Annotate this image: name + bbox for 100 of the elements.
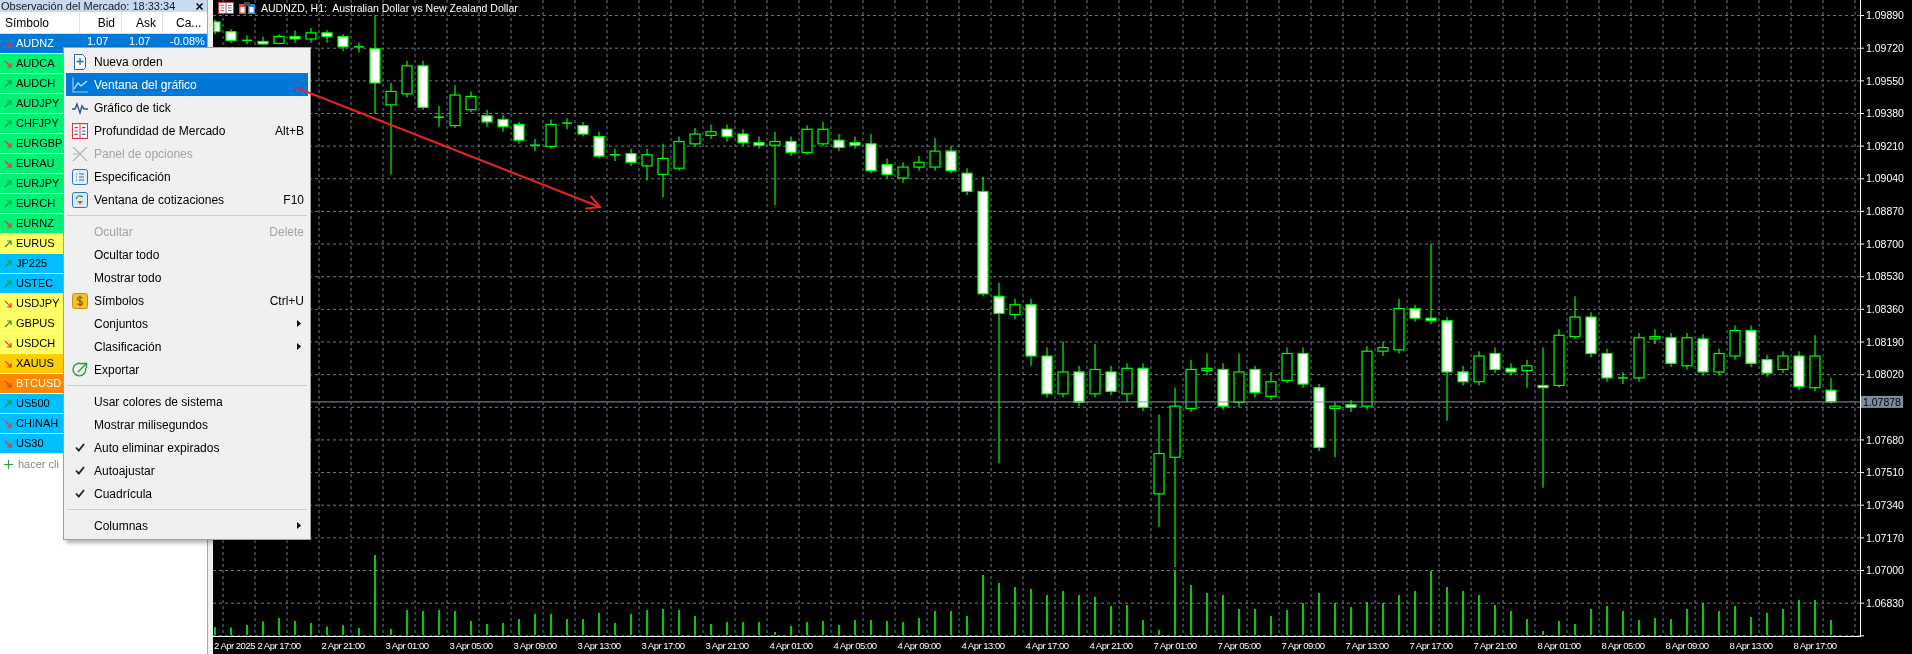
- candlestick: [465, 90, 477, 113]
- column-header[interactable]: Bid: [80, 12, 122, 33]
- candlestick: [705, 123, 717, 140]
- current-price-tag: 1.07878: [1861, 395, 1903, 408]
- candlestick: [1425, 243, 1437, 325]
- menu-item[interactable]: Ventana del gráfico: [66, 73, 308, 96]
- menu-item[interactable]: Exportar: [66, 358, 308, 381]
- symbol-text: USDJPY: [16, 297, 60, 310]
- symbol-text: AUDCA: [16, 57, 55, 70]
- arrow-up-right-icon: [4, 259, 12, 268]
- candlestick: [1569, 295, 1581, 340]
- menu-item[interactable]: Autoajustar: [66, 459, 308, 482]
- candlestick: [993, 282, 1005, 464]
- candlestick: [897, 161, 909, 184]
- symbol-text: AUDCH: [16, 77, 56, 90]
- arrow-up-right-icon: [4, 179, 12, 188]
- arrow-up-right-icon: [4, 319, 12, 328]
- candlestick: [545, 118, 557, 150]
- menu-item[interactable]: Usar colores de sistema: [66, 390, 308, 413]
- candlestick: [1249, 365, 1261, 399]
- caret-icon: [297, 522, 301, 529]
- candlestick: [817, 121, 829, 147]
- caret-icon: [297, 320, 301, 327]
- arrow-down-right-icon: [4, 419, 12, 428]
- price-label: 1.07510: [1866, 466, 1904, 479]
- price-label: 1.09890: [1866, 9, 1904, 22]
- window-icon: [72, 191, 88, 208]
- candlestick: [1649, 328, 1661, 345]
- column-header[interactable]: Ca...: [163, 12, 207, 33]
- menu-item[interactable]: Ocultar todo: [66, 243, 308, 266]
- menu-item[interactable]: Columnas: [66, 514, 308, 537]
- candlestick: [785, 135, 797, 157]
- shortcut-text: Alt+B: [275, 123, 304, 138]
- symbol-text: EURJPY: [16, 177, 60, 190]
- arrow-up-right-icon: [4, 79, 12, 88]
- symbol-text: EURGBP: [16, 137, 63, 150]
- bid-value: 1.07: [87, 35, 109, 47]
- time-label: 3 Apr 13:00: [577, 640, 621, 651]
- candlestick: [1777, 350, 1789, 374]
- menu-item[interactable]: Mostrar milisegundos: [66, 413, 308, 436]
- list-icon: [72, 168, 88, 185]
- candlestick: [689, 127, 701, 147]
- add-symbol-field[interactable]: hacer cli: [18, 457, 62, 471]
- time-label: 7 Apr 09:00: [1281, 640, 1325, 651]
- caret-icon: [297, 343, 301, 350]
- symbol-text: US30: [16, 437, 44, 450]
- menu-item[interactable]: Mostrar todo: [66, 266, 308, 289]
- shortcut-text: F10: [283, 192, 304, 207]
- candlestick: [769, 131, 781, 206]
- dollar-icon: [72, 292, 88, 309]
- symbol-text: USTEC: [16, 277, 54, 290]
- menu-item[interactable]: Especificación: [66, 165, 308, 188]
- symbol-text: JP225: [16, 257, 48, 270]
- price-label: 1.07680: [1866, 433, 1904, 446]
- time-label: 2 Apr 17:00: [257, 640, 301, 651]
- price-label: 1.09040: [1866, 172, 1904, 185]
- symbol-text: GBPUS: [16, 317, 55, 330]
- table-icon: [218, 2, 234, 14]
- candlestick: [1617, 371, 1629, 385]
- arrow-down-right-icon: [4, 159, 12, 168]
- candlestick: [257, 35, 269, 45]
- candlestick: [753, 135, 765, 150]
- menu-item[interactable]: Auto eliminar expirados: [66, 436, 308, 459]
- menu-item[interactable]: Clasificación: [66, 335, 308, 358]
- arrow-down-right-icon: [4, 379, 12, 388]
- menu-item[interactable]: Cuadrícula: [66, 482, 308, 505]
- candlestick: [1489, 346, 1501, 374]
- time-label: 8 Apr 13:00: [1729, 640, 1773, 651]
- time-label: 2 Apr 21:00: [321, 640, 365, 651]
- time-label: 4 Apr 09:00: [897, 640, 941, 651]
- arrow-up-right-icon: [4, 399, 12, 408]
- candlestick: [1201, 352, 1213, 377]
- menu-item[interactable]: Símbolos Ctrl+U: [66, 289, 308, 312]
- change-value: -0.08%: [170, 35, 205, 47]
- symbol-text: USDCH: [16, 337, 56, 350]
- menu-item[interactable]: Conjuntos: [66, 312, 308, 335]
- plus-icon: [4, 459, 13, 469]
- menu-item[interactable]: Ventana de cotizaciones F10: [66, 188, 308, 211]
- crossed-lines-icon: [72, 145, 88, 162]
- arrow-down-right-icon: [4, 299, 12, 308]
- candlestick: [1521, 359, 1533, 389]
- candlestick: [657, 143, 669, 199]
- candlestick: [641, 148, 653, 182]
- column-header[interactable]: Símbolo: [0, 12, 80, 33]
- shortcut-text: Delete: [269, 224, 304, 239]
- time-label: 4 Apr 05:00: [833, 640, 877, 651]
- candlestick: [1505, 362, 1517, 377]
- arrow-up-right-icon: [4, 239, 12, 248]
- close-icon[interactable]: [196, 2, 203, 10]
- symbol-text: EURAU: [16, 157, 55, 170]
- arrow-down-right-icon: [4, 39, 12, 48]
- candlestick: [881, 157, 893, 179]
- menu-item[interactable]: Profundidad de Mercado Alt+B: [66, 119, 308, 142]
- candlestick: [289, 29, 301, 44]
- column-header[interactable]: Ask: [122, 12, 163, 33]
- candlestick: [1761, 354, 1773, 378]
- time-label: 8 Apr 05:00: [1601, 640, 1645, 651]
- symbol-text: CHFJPY: [16, 117, 59, 130]
- candlestick: [1377, 340, 1389, 357]
- menu-item[interactable]: Gráfico de tick: [66, 96, 308, 119]
